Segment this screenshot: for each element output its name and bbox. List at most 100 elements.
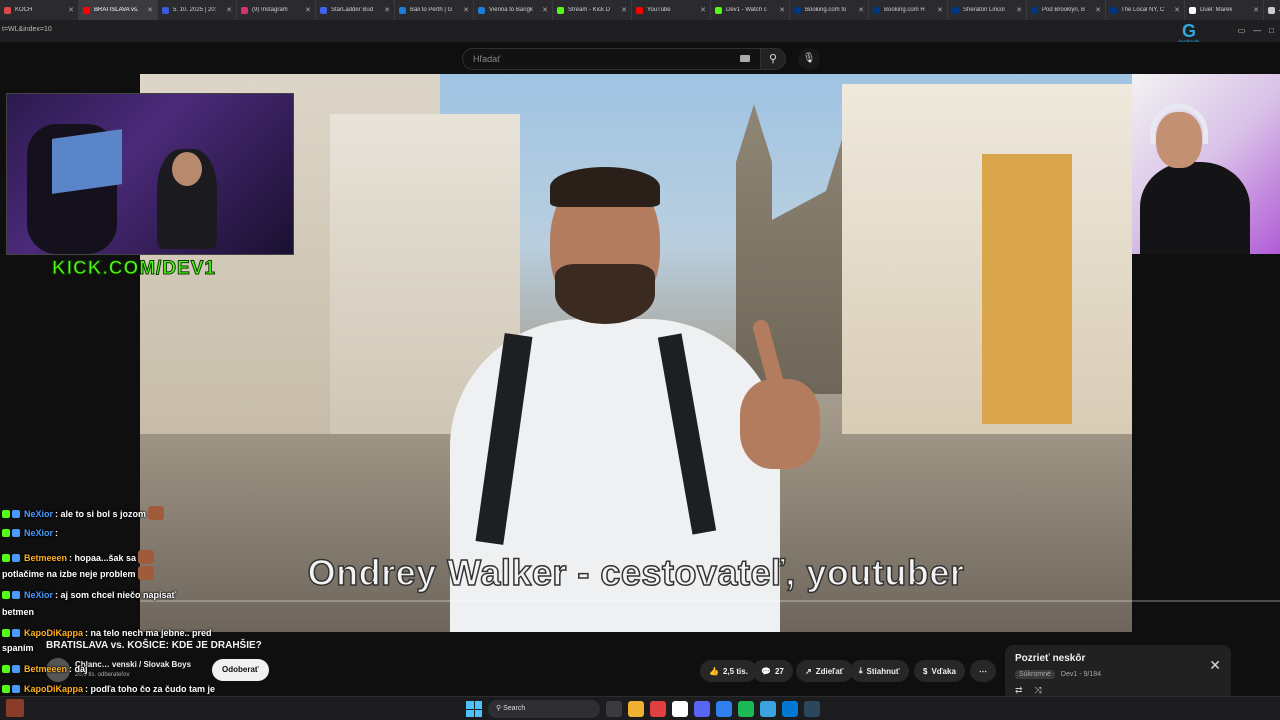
chat-message: NeXior: — [2, 528, 58, 538]
tab-favicon — [478, 6, 485, 14]
close-tab-icon[interactable]: ✕ — [1095, 6, 1101, 14]
tab-favicon — [241, 6, 248, 14]
chat-username[interactable]: NeXior — [24, 509, 53, 519]
windows-start-icon[interactable] — [466, 701, 482, 717]
chat-username[interactable]: NeXior — [24, 528, 53, 538]
chat-text: : ale to si bol s jozom — [55, 509, 147, 519]
browser-tab[interactable]: (9) Instagram ✕ — [237, 0, 316, 20]
tab-title: Booking.com fo — [805, 7, 847, 13]
chat-message: NeXior: aj som chcel niečo napísať — [2, 590, 176, 600]
tab-favicon — [794, 6, 801, 14]
close-tab-icon[interactable]: ✕ — [463, 6, 469, 14]
close-tab-icon[interactable]: ✕ — [542, 6, 548, 14]
browser-tab[interactable]: Dev1 - Watch c ✕ — [711, 0, 790, 20]
tab-favicon — [636, 6, 643, 14]
chat-message: NeXior: ale to si bol s jozom — [2, 506, 166, 520]
taskbar-app-icon[interactable] — [804, 701, 820, 717]
window-icon[interactable]: ▭ — [1238, 26, 1246, 35]
taskbar-app-icon[interactable] — [760, 701, 776, 717]
browser-tab[interactable]: Vienna to Bangk ✕ — [474, 0, 553, 20]
close-tab-icon[interactable]: ✕ — [68, 6, 74, 14]
close-tab-icon[interactable]: ✕ — [700, 6, 706, 14]
thanks-button[interactable]: $ Vďaka — [914, 660, 965, 682]
close-tab-icon[interactable]: ✕ — [858, 6, 864, 14]
close-tab-icon[interactable]: ✕ — [226, 6, 232, 14]
taskbar-app-icon[interactable] — [694, 701, 710, 717]
taskbar-app-icon[interactable] — [738, 701, 754, 717]
chat-username[interactable]: KapoDiKappa — [24, 628, 83, 638]
taskbar-search[interactable]: ⚲ Search — [488, 700, 600, 718]
chat-message: Betmeeen: hopaa...šak sa — [2, 550, 156, 564]
tab-title: (9) Instagram — [252, 7, 288, 13]
close-tab-icon[interactable]: ✕ — [305, 6, 311, 14]
app-thumbnail[interactable] — [6, 699, 24, 717]
taskbar-app-icon[interactable] — [606, 701, 622, 717]
taskbar-app-icon[interactable] — [716, 701, 732, 717]
browser-tab[interactable]: The Local NY, C ✕ — [1106, 0, 1185, 20]
shuffle-icon[interactable]: ⤨ — [1035, 685, 1042, 696]
browser-tab[interactable]: StarLadder Bud ✕ — [316, 0, 395, 20]
share-button[interactable]: ↗ Zdieľať — [796, 660, 853, 682]
comments-button[interactable]: 💬 27 — [752, 660, 793, 682]
browser-tab[interactable]: Zdieľaní stre✕ — [1264, 0, 1280, 20]
close-tab-icon[interactable]: ✕ — [1174, 6, 1180, 14]
tab-title: Vienna to Bangk — [489, 7, 533, 13]
close-tab-icon[interactable]: ✕ — [1253, 6, 1259, 14]
keyboard-icon[interactable] — [740, 55, 750, 62]
playlist-title: Pozrieť neskôr — [1015, 653, 1086, 664]
browser-tab[interactable]: Stream - Kick D ✕ — [553, 0, 632, 20]
subscriber-badge-icon — [2, 554, 10, 562]
like-button[interactable]: 👍 2,5 tis. — [700, 660, 757, 682]
chat-username[interactable]: NeXior — [24, 590, 53, 600]
chat-username[interactable]: Betmeeen — [24, 553, 67, 563]
taskbar-app-icon[interactable] — [650, 701, 666, 717]
browser-tab[interactable]: BRATISLAVA vs. ✕ — [79, 0, 158, 20]
close-tab-icon[interactable]: ✕ — [1016, 6, 1022, 14]
browser-tab[interactable]: YouTube ✕ — [632, 0, 711, 20]
share-icon: ↗ — [805, 666, 812, 676]
search-input[interactable]: Hľadať — [462, 48, 762, 70]
chat-text: : — [55, 528, 59, 538]
emote-icon — [137, 566, 154, 580]
subscriber-badge-icon — [2, 629, 10, 637]
minimize-icon[interactable]: — — [1253, 26, 1261, 35]
taskbar-app-icon[interactable] — [628, 701, 644, 717]
download-button[interactable]: ⤓ Stiahnuť — [850, 660, 909, 682]
taskbar-app-icon[interactable] — [782, 701, 798, 717]
browser-tab[interactable]: Booking.com H ✕ — [869, 0, 948, 20]
video-progress-bar[interactable] — [140, 600, 1280, 602]
tab-title: Dev1 - Watch c — [726, 7, 767, 13]
chat-text: : daj — [69, 664, 88, 674]
close-tab-icon[interactable]: ✕ — [937, 6, 943, 14]
voice-search-button[interactable]: 🎙 — [798, 48, 820, 70]
browser-tab[interactable]: Bali to Perth | G ✕ — [395, 0, 474, 20]
privacy-badge: Súkromné — [1015, 670, 1055, 679]
maximize-icon[interactable]: □ — [1269, 26, 1274, 35]
browser-tab[interactable]: Booking.com fo ✕ — [790, 0, 869, 20]
taskbar-app-icon[interactable] — [672, 701, 688, 717]
close-tab-icon[interactable]: ✕ — [384, 6, 390, 14]
tab-title: Stream - Kick D — [568, 7, 611, 13]
more-actions-button[interactable]: ⋯ — [970, 660, 996, 682]
browser-tab[interactable]: Sheraton Lincol ✕ — [948, 0, 1027, 20]
logitech-g-icon: G — [1181, 21, 1196, 41]
close-tab-icon[interactable]: ✕ — [779, 6, 785, 14]
browser-tab[interactable]: Pod Brooklyn, B ✕ — [1027, 0, 1106, 20]
loop-icon[interactable]: ⇄ — [1015, 685, 1023, 696]
close-icon[interactable]: ✕ — [1209, 657, 1221, 674]
emote-icon — [148, 506, 165, 520]
chat-username[interactable]: KapoDiKappa — [24, 684, 83, 694]
chat-username[interactable]: Betmeeen — [24, 664, 67, 674]
tab-favicon — [399, 6, 406, 14]
browser-tab[interactable]: KOCH ✕ — [0, 0, 79, 20]
search-button[interactable]: ⚲ — [760, 48, 786, 70]
more-icon: ⋯ — [979, 666, 987, 676]
close-tab-icon[interactable]: ✕ — [147, 6, 153, 14]
close-tab-icon[interactable]: ✕ — [621, 6, 627, 14]
video-actions: 💬 27 — [752, 660, 793, 682]
thumbs-up-icon: 👍 — [709, 666, 719, 676]
chat-message: Betmeeen: daj — [2, 664, 88, 674]
address-bar[interactable]: t=WL&index=10 — [0, 20, 1280, 42]
browser-tab[interactable]: 5. 10. 2025 | 20: ✕ — [158, 0, 237, 20]
browser-tab[interactable]: Duel: Marek ✕ — [1185, 0, 1264, 20]
